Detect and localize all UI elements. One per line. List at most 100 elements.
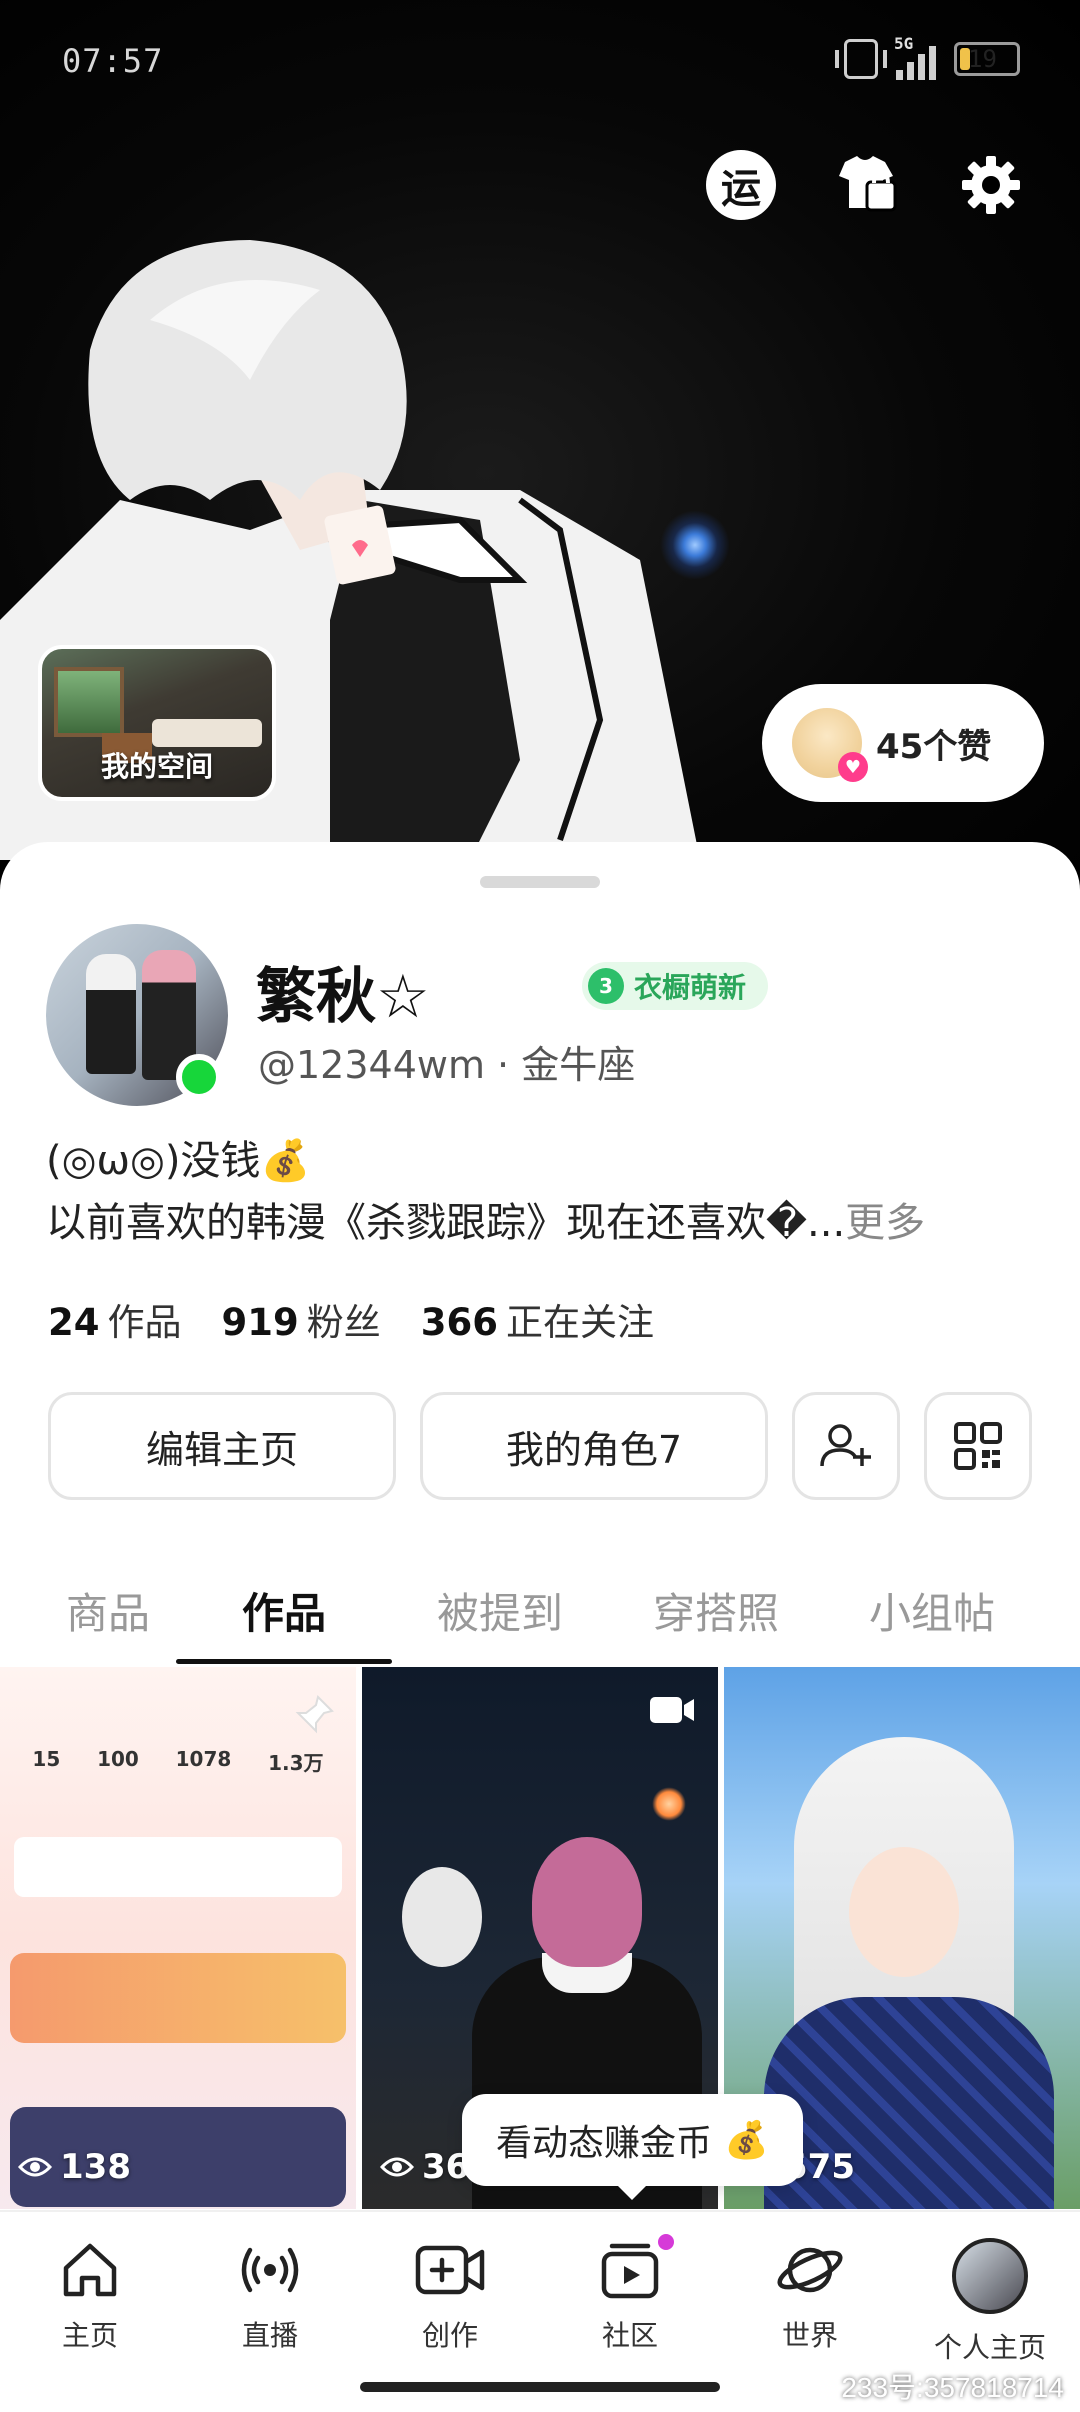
post-card[interactable]: 15 100 1078 1.3万 138: [0, 1667, 356, 2209]
home-indicator[interactable]: [360, 2382, 720, 2392]
signal-bar: [929, 46, 936, 80]
post-lamp: [652, 1787, 686, 1821]
my-space-button[interactable]: 我的空间: [38, 645, 276, 801]
wardrobe-badge[interactable]: 3 衣橱萌新: [582, 962, 769, 1010]
avatar-figure: [86, 954, 136, 1074]
signal-bar: [896, 70, 903, 80]
bio-line: (◎ω◎)没钱💰: [46, 1138, 311, 1184]
shirt-bag-icon: [839, 156, 897, 212]
add-user-icon: [820, 1424, 871, 1467]
stat-value: 24: [48, 1301, 100, 1344]
network-type: 5G: [894, 34, 914, 53]
profile-actions: 编辑主页 我的角色7: [48, 1392, 1032, 1500]
stat-value: 366: [420, 1301, 498, 1344]
stat-works[interactable]: 24 作品: [48, 1292, 182, 1346]
wardrobe-shop-button[interactable]: [831, 150, 901, 220]
edit-profile-button[interactable]: 编辑主页: [48, 1392, 396, 1500]
add-friend-button[interactable]: [792, 1392, 900, 1500]
stat-label: 作品: [107, 1301, 182, 1344]
stat-followers[interactable]: 919 粉丝: [222, 1292, 381, 1346]
tab-mentioned[interactable]: 被提到: [392, 1562, 608, 1658]
profile-handle: @12344wm · 金牛座: [258, 1043, 636, 1087]
profile-icon: [952, 2238, 1028, 2314]
signal-icon: 5G: [894, 34, 936, 80]
earn-coins-toast[interactable]: 看动态赚金币 💰: [462, 2094, 803, 2200]
post-mini-banner: [10, 1953, 346, 2043]
likes-button[interactable]: ♥ 45个赞: [762, 684, 1044, 802]
nav-live[interactable]: 直播: [180, 2212, 360, 2412]
signal-bar: [907, 62, 914, 80]
qr-code-icon: [954, 1422, 1002, 1470]
toast-text: 看动态赚金币: [496, 2123, 713, 2164]
world-icon: [777, 2247, 843, 2293]
signal-bar: [918, 54, 925, 80]
home-icon: [63, 2243, 117, 2297]
wardrobe-level: 3: [588, 968, 624, 1004]
mini-stat: 1.3万: [268, 1751, 324, 1775]
tab-works[interactable]: 作品: [176, 1562, 392, 1664]
live-icon: [241, 2247, 299, 2293]
pin-icon: [295, 1695, 334, 1734]
video-icon: [650, 1697, 694, 1723]
community-icon: [601, 2243, 659, 2299]
profile-bio[interactable]: (◎ω◎)没钱💰 以前喜欢的韩漫《杀戮跟踪》现在还喜欢�...更多: [46, 1130, 1036, 1254]
create-icon: [415, 2245, 485, 2295]
post-figure: [532, 1837, 642, 1967]
stat-label: 粉丝: [306, 1301, 381, 1344]
my-character-button[interactable]: 我的角色7: [420, 1392, 768, 1500]
status-indicators: 5G 19: [835, 34, 1020, 80]
tab-group-posts[interactable]: 小组帖: [824, 1562, 1040, 1658]
mini-stat: 100: [97, 1747, 139, 1771]
online-status-dot: [176, 1054, 222, 1100]
sparkle-effect: [660, 510, 730, 580]
bio-more-link[interactable]: 更多: [845, 1200, 925, 1246]
view-count: 138: [18, 2147, 131, 2187]
stat-following[interactable]: 366 正在关注: [421, 1292, 654, 1346]
battery-level: 19: [968, 45, 997, 73]
hero-actions: 运: [706, 150, 1026, 220]
money-bag-icon: 💰: [724, 2120, 769, 2161]
post-mini-row: [14, 1837, 342, 1897]
likes-count: 45个赞: [876, 726, 992, 767]
battery-icon: 19: [954, 42, 1020, 76]
room-window: [54, 667, 124, 737]
bio-text: 以前喜欢的韩漫《杀戮跟踪》现在还喜欢�...: [46, 1200, 846, 1246]
my-space-label: 我的空间: [100, 750, 213, 783]
view-count: 36: [380, 2147, 469, 2187]
eye-icon: [18, 2157, 52, 2177]
tab-outfits[interactable]: 穿搭照: [608, 1562, 824, 1658]
gear-icon: [962, 156, 1020, 214]
qr-code-button[interactable]: [924, 1392, 1032, 1500]
nav-label: 个人主页: [933, 2331, 1046, 2364]
post-figure: [849, 1847, 959, 1977]
nav-label: 主页: [61, 2319, 118, 2352]
nav-label: 创作: [421, 2319, 478, 2352]
bio-line: 以前喜欢的韩漫《杀戮跟踪》现在还喜欢�...更多: [46, 1192, 1036, 1254]
post-mini-stats: 15 100 1078 1.3万: [14, 1747, 342, 1776]
profile-tabs: 商品 作品 被提到 穿搭照 小组帖: [0, 1562, 1080, 1672]
profile-stats: 24 作品 919 粉丝 366 正在关注: [48, 1292, 654, 1346]
mini-stat: 15: [32, 1747, 61, 1771]
profile-name: 繁秋☆: [256, 962, 430, 1032]
notification-dot: [658, 2234, 674, 2250]
sheet-drag-handle[interactable]: [480, 876, 600, 888]
room-bed: [152, 719, 262, 747]
vibrate-icon: [835, 39, 887, 79]
post-figure: [402, 1867, 482, 1967]
mini-stat: 1078: [175, 1747, 232, 1771]
stat-label: 正在关注: [505, 1301, 654, 1344]
nav-home[interactable]: 主页: [0, 2212, 180, 2412]
watermark: 233号:357818714: [841, 2372, 1064, 2403]
nav-label: 世界: [781, 2319, 838, 2352]
heart-icon: ♥: [838, 752, 868, 782]
wardrobe-badge-label: 衣橱萌新: [634, 971, 747, 1004]
eye-icon: [380, 2157, 414, 2177]
nav-label: 直播: [241, 2319, 298, 2352]
stat-value: 919: [221, 1301, 299, 1344]
profile-sheet: 繁秋☆ 3 衣橱萌新 @12344wm · 金牛座 (◎ω◎)没钱💰 以前喜欢的…: [0, 842, 1080, 2412]
liker-avatar: ♥: [792, 708, 868, 782]
nav-label: 社区: [601, 2319, 658, 2352]
status-time: 07:57: [62, 42, 164, 80]
settings-button[interactable]: [956, 150, 1026, 220]
status-bar: 07:57 5G 19: [0, 0, 1080, 120]
